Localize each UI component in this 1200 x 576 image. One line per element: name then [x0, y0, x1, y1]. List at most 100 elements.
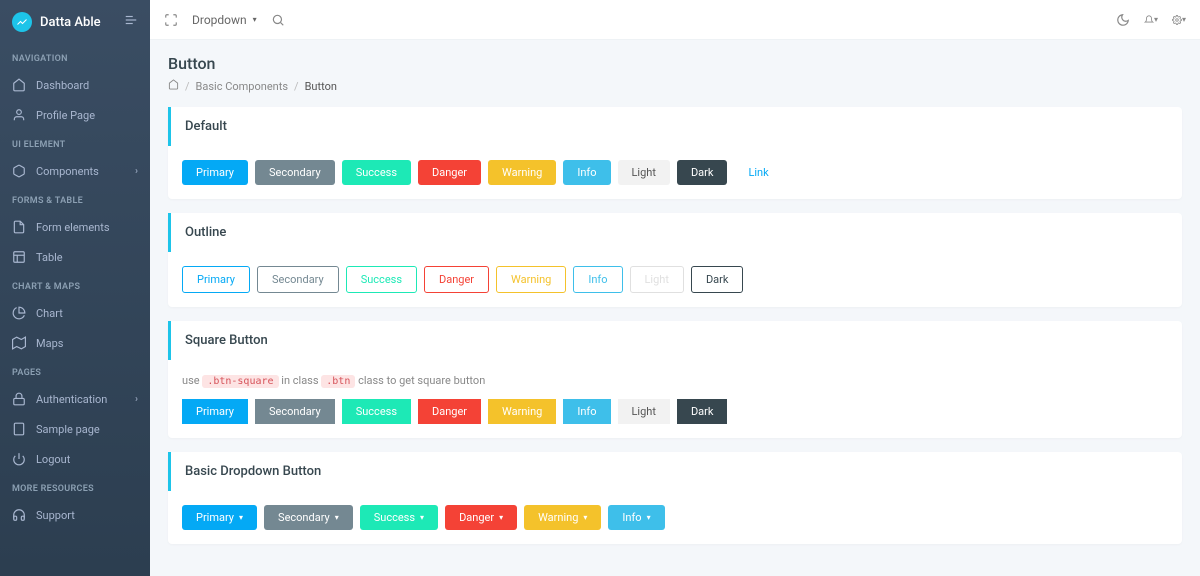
- sidebar-item-authentication[interactable]: Authentication›: [0, 384, 150, 414]
- danger-button[interactable]: Danger: [418, 160, 481, 185]
- nav-section-title: FORMS & TABLE: [0, 186, 150, 212]
- notifications-icon[interactable]: ▾: [1144, 13, 1158, 27]
- sidebar-item-components[interactable]: Components›: [0, 156, 150, 186]
- theme-toggle-icon[interactable]: [1116, 13, 1130, 27]
- primary-outline-button[interactable]: Primary: [182, 266, 250, 293]
- button-row-default: Primary Secondary Success Danger Warning…: [182, 160, 1168, 185]
- caret-down-icon: ▾: [420, 513, 424, 522]
- secondary-dropdown-button[interactable]: Secondary ▾: [264, 505, 353, 530]
- danger-outline-button[interactable]: Danger: [424, 266, 489, 293]
- info-dropdown-button[interactable]: Info ▾: [608, 505, 664, 530]
- breadcrumb-sep: /: [294, 80, 299, 93]
- sidebar-collapse-icon[interactable]: [124, 13, 138, 31]
- sidebar-item-dashboard[interactable]: Dashboard: [0, 70, 150, 100]
- chevron-right-icon: ›: [135, 394, 138, 405]
- file-icon: [12, 220, 26, 234]
- sidebar-item-support[interactable]: Support: [0, 500, 150, 530]
- card-title: Square Button: [168, 321, 1182, 360]
- light-square-button[interactable]: Light: [618, 399, 670, 424]
- primary-square-button[interactable]: Primary: [182, 399, 248, 424]
- dark-outline-button[interactable]: Dark: [691, 266, 744, 293]
- button-label: Success: [374, 511, 415, 524]
- nav-section-title: MORE RESOURCES: [0, 474, 150, 500]
- fullscreen-icon[interactable]: [164, 13, 178, 27]
- nav-section-title: CHART & MAPS: [0, 272, 150, 298]
- secondary-square-button[interactable]: Secondary: [255, 399, 335, 424]
- success-dropdown-button[interactable]: Success ▾: [360, 505, 438, 530]
- button-label: Secondary: [278, 511, 330, 524]
- success-square-button[interactable]: Success: [342, 399, 411, 424]
- dark-button[interactable]: Dark: [677, 160, 728, 185]
- power-icon: [12, 452, 26, 466]
- brand-logo-icon: [12, 12, 32, 32]
- caret-down-icon: ▾: [335, 513, 339, 522]
- button-row-square: Primary Secondary Success Danger Warning…: [182, 399, 1168, 424]
- sidebar-item-label: Dashboard: [36, 79, 89, 92]
- pie-icon: [12, 306, 26, 320]
- search-icon[interactable]: [271, 13, 285, 27]
- info-outline-button[interactable]: Info: [573, 266, 622, 293]
- sidebar-item-logout[interactable]: Logout: [0, 444, 150, 474]
- secondary-button[interactable]: Secondary: [255, 160, 335, 185]
- chevron-down-icon: ▾: [1154, 15, 1158, 24]
- secondary-outline-button[interactable]: Secondary: [257, 266, 339, 293]
- sidebar-item-label: Sample page: [36, 423, 100, 436]
- nav-section-title: UI ELEMENT: [0, 130, 150, 156]
- topbar-dropdown-label: Dropdown: [192, 13, 247, 27]
- desc-text: in class: [281, 374, 321, 387]
- map-icon: [12, 336, 26, 350]
- danger-dropdown-button[interactable]: Danger▾: [445, 505, 517, 530]
- light-button[interactable]: Light: [618, 160, 670, 185]
- nav-section-title: NAVIGATION: [0, 44, 150, 70]
- card-title: Default: [168, 107, 1182, 146]
- warning-button[interactable]: Warning: [488, 160, 556, 185]
- sidebar-item-label: Chart: [36, 307, 63, 320]
- headphones-icon: [12, 508, 26, 522]
- brand-label: Datta Able: [40, 15, 101, 30]
- info-button[interactable]: Info: [563, 160, 610, 185]
- warning-dropdown-button[interactable]: Warning▾: [524, 505, 601, 530]
- success-outline-button[interactable]: Success: [346, 266, 417, 293]
- chevron-down-icon: ▾: [1182, 15, 1186, 24]
- settings-icon[interactable]: ▾: [1172, 13, 1186, 27]
- breadcrumb-basic-components[interactable]: Basic Components: [196, 80, 288, 93]
- box-icon: [12, 164, 26, 178]
- card-title: Outline: [168, 213, 1182, 252]
- page-header: Button / Basic Components / Button: [168, 54, 1182, 93]
- button-row-outline: Primary Secondary Success Danger Warning…: [182, 266, 1168, 293]
- code-snippet: .btn-square: [202, 375, 278, 388]
- topbar-dropdown[interactable]: Dropdown ▾: [192, 13, 257, 27]
- sidebar-item-sample-page[interactable]: Sample page: [0, 414, 150, 444]
- card-default: Default Primary Secondary Success Danger…: [168, 107, 1182, 199]
- topbar: Dropdown ▾ ▾ ▾: [150, 0, 1200, 40]
- card-outline: Outline Primary Secondary Success Danger…: [168, 213, 1182, 307]
- breadcrumb-home-icon[interactable]: [168, 79, 179, 93]
- warning-outline-button[interactable]: Warning: [496, 266, 566, 293]
- sidebar-item-table[interactable]: Table: [0, 242, 150, 272]
- link-button[interactable]: Link: [734, 160, 782, 185]
- dark-square-button[interactable]: Dark: [677, 399, 728, 424]
- primary-button[interactable]: Primary: [182, 160, 248, 185]
- brand[interactable]: Datta Able: [0, 0, 150, 44]
- sidebar-item-form-elements[interactable]: Form elements: [0, 212, 150, 242]
- button-label: Primary: [196, 511, 234, 524]
- danger-square-button[interactable]: Danger: [418, 399, 481, 424]
- button-label: Info: [622, 511, 641, 524]
- sidebar: Datta Able NAVIGATION Dashboard Profile Pa…: [0, 0, 150, 576]
- light-outline-button[interactable]: Light: [630, 266, 684, 293]
- sidebar-item-chart[interactable]: Chart: [0, 298, 150, 328]
- breadcrumb: / Basic Components / Button: [168, 79, 1182, 93]
- success-button[interactable]: Success: [342, 160, 411, 185]
- caret-down-icon: ▾: [647, 513, 651, 522]
- sidebar-item-profile-page[interactable]: Profile Page: [0, 100, 150, 130]
- sidebar-item-maps[interactable]: Maps: [0, 328, 150, 358]
- content: Button / Basic Components / Button Defau…: [150, 40, 1200, 576]
- breadcrumb-sep: /: [185, 80, 190, 93]
- warning-square-button[interactable]: Warning: [488, 399, 556, 424]
- primary-dropdown-button[interactable]: Primary▾: [182, 505, 257, 530]
- info-square-button[interactable]: Info: [563, 399, 610, 424]
- breadcrumb-current: Button: [305, 80, 337, 93]
- code-snippet: .btn: [321, 375, 355, 388]
- chevron-down-icon: ▾: [253, 15, 257, 24]
- sidebar-item-label: Support: [36, 509, 75, 522]
